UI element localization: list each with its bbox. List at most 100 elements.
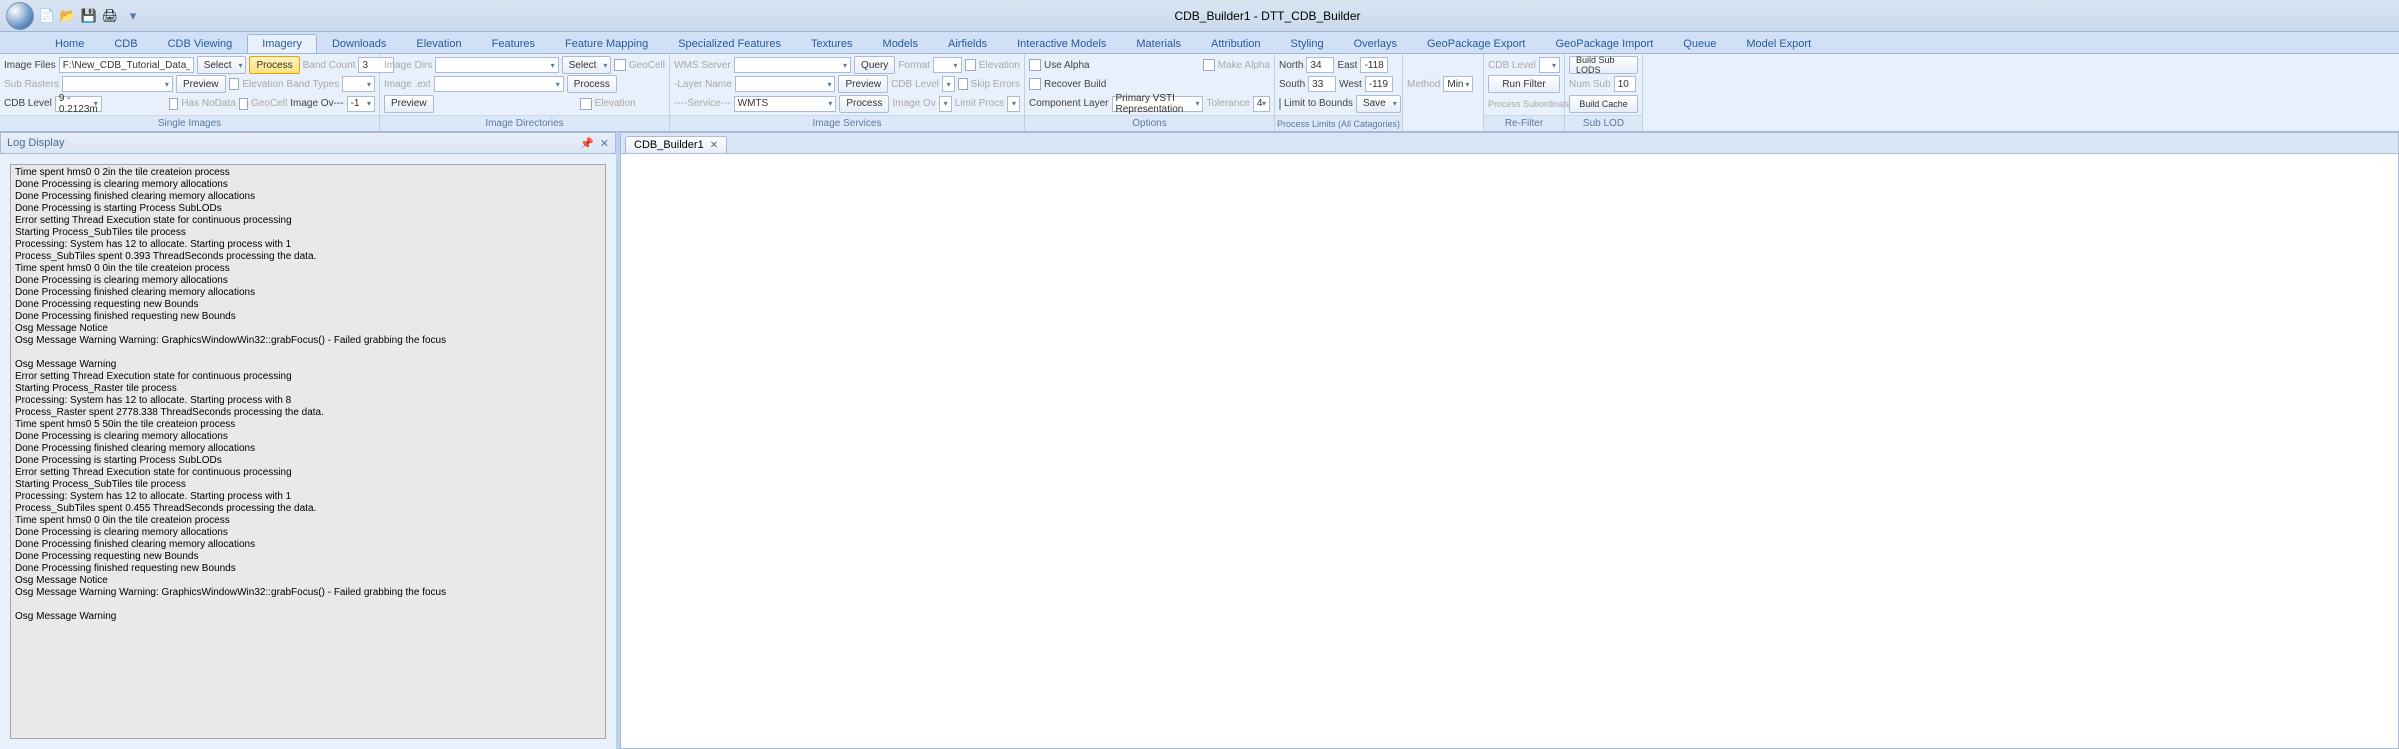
qat-dropdown-icon[interactable]: ▾ — [124, 7, 142, 25]
cdb-level-dropdown[interactable]: 9 - 0.2123m — [55, 96, 102, 112]
has-nodata-checkbox[interactable] — [169, 98, 178, 110]
tab-attribution[interactable]: Attribution — [1196, 34, 1276, 53]
make-alpha-checkbox[interactable] — [1203, 59, 1215, 71]
tab-cdb-viewing[interactable]: CDB Viewing — [153, 34, 248, 53]
tab-cdb[interactable]: CDB — [99, 34, 152, 53]
svc-cdb-level-dropdown[interactable] — [942, 76, 955, 92]
tolerance-dropdown[interactable]: 4 — [1253, 96, 1270, 112]
svc-image-ov-dropdown[interactable] — [939, 96, 952, 112]
tab-elevation[interactable]: Elevation — [401, 34, 476, 53]
rf-cdb-level-dropdown[interactable] — [1539, 57, 1560, 73]
dirs-geocell-checkbox[interactable] — [614, 59, 625, 71]
svc-preview-button[interactable]: Preview — [838, 75, 888, 93]
tab-home[interactable]: Home — [40, 34, 99, 53]
image-dirs-dropdown[interactable] — [435, 57, 558, 73]
limit-procs-dropdown[interactable] — [1007, 96, 1020, 112]
ribbon: Image Files Select Process Band Count Su… — [0, 54, 2399, 132]
group-title-image-dirs: Image Directories — [380, 115, 669, 131]
tab-features[interactable]: Features — [477, 34, 550, 53]
process-subordinate-label: Process Subordinate — [1488, 99, 1572, 109]
image-files-input[interactable] — [59, 57, 194, 73]
tab-queue[interactable]: Queue — [1668, 34, 1731, 53]
print-icon[interactable]: 🖨 — [101, 7, 119, 25]
num-sub-input[interactable] — [1614, 76, 1636, 92]
tab-feature-mapping[interactable]: Feature Mapping — [550, 34, 663, 53]
component-layer-label: Component Layer — [1029, 98, 1109, 109]
service-label: ----Service--- — [674, 98, 731, 109]
elevation-checkbox[interactable] — [229, 78, 240, 90]
tab-styling[interactable]: Styling — [1276, 34, 1339, 53]
band-count-label: Band Count — [303, 60, 356, 71]
tab-imagery[interactable]: Imagery — [247, 34, 317, 53]
dirs-preview-button[interactable]: Preview — [384, 95, 434, 113]
sub-rasters-dropdown[interactable] — [62, 76, 173, 92]
select-button[interactable]: Select — [197, 56, 247, 74]
skip-errors-checkbox[interactable] — [958, 78, 968, 90]
tab-downloads[interactable]: Downloads — [317, 34, 401, 53]
preview-button[interactable]: Preview — [176, 75, 226, 93]
north-input[interactable] — [1306, 57, 1334, 73]
tab-overlays[interactable]: Overlays — [1339, 34, 1412, 53]
dirs-elevation-checkbox[interactable] — [580, 98, 592, 110]
image-ext-dropdown[interactable] — [434, 76, 564, 92]
log-textbox[interactable]: Time spent hms0 0 2in the tile createion… — [10, 164, 606, 739]
close-icon[interactable]: ✕ — [600, 137, 609, 150]
wms-server-label: WMS Server — [674, 60, 731, 71]
quick-access-toolbar: 📄 📂 💾 🖨 ▾ — [38, 7, 142, 25]
pin-icon[interactable]: 📌 — [580, 137, 594, 150]
tab-specialized-features[interactable]: Specialized Features — [663, 34, 796, 53]
dirs-select-button[interactable]: Select — [562, 56, 612, 74]
band-types-label: Band Types — [287, 79, 340, 90]
west-input[interactable] — [1365, 76, 1393, 92]
tab-materials[interactable]: Materials — [1121, 34, 1196, 53]
save-icon[interactable]: 💾 — [80, 7, 98, 25]
log-panel: Log Display 📌 ✕ Time spent hms0 0 2in th… — [0, 132, 620, 749]
south-input[interactable] — [1308, 76, 1336, 92]
save-button[interactable]: Save — [1356, 95, 1401, 113]
component-layer-dropdown[interactable]: Primary VSTI Representation — [1112, 96, 1204, 112]
method-dropdown[interactable]: Min — [1443, 76, 1473, 92]
east-label: East — [1337, 60, 1357, 71]
skip-errors-label: Skip Errors — [971, 79, 1020, 90]
service-dropdown[interactable]: WMTS — [734, 96, 837, 112]
tab-textures[interactable]: Textures — [796, 34, 868, 53]
format-dropdown[interactable] — [933, 57, 962, 73]
tab-model-export[interactable]: Model Export — [1731, 34, 1826, 53]
titlebar: 📄 📂 💾 🖨 ▾ CDB_Builder1 - DTT_CDB_Builder — [0, 0, 2399, 32]
group-title-options: Options — [1025, 115, 1274, 131]
group-image-directories: Image Dirs Select GeoCell Image .ext Pro… — [380, 54, 670, 131]
wms-server-dropdown[interactable] — [734, 57, 851, 73]
run-filter-button[interactable]: Run Filter — [1488, 75, 1560, 93]
build-sub-lods-button[interactable]: Build Sub LODS — [1569, 56, 1638, 74]
tab-geopackage-export[interactable]: GeoPackage Export — [1412, 34, 1540, 53]
geocell-checkbox[interactable] — [239, 98, 248, 110]
band-types-dropdown[interactable] — [342, 76, 375, 92]
new-icon[interactable]: 📄 — [38, 7, 56, 25]
document-canvas[interactable] — [620, 154, 2399, 749]
build-cache-button[interactable]: Build Cache — [1569, 95, 1638, 113]
image-ov-dropdown[interactable]: -1 — [347, 96, 375, 112]
tab-interactive-models[interactable]: Interactive Models — [1002, 34, 1121, 53]
group-single-images: Image Files Select Process Band Count Su… — [0, 54, 380, 131]
east-input[interactable] — [1360, 57, 1388, 73]
rf-cdb-level-label: CDB Level — [1488, 60, 1536, 71]
tab-geopackage-import[interactable]: GeoPackage Import — [1540, 34, 1668, 53]
south-label: South — [1279, 79, 1305, 90]
document-tab-close-icon[interactable]: ✕ — [710, 140, 718, 151]
use-alpha-label: Use Alpha — [1044, 60, 1090, 71]
query-button[interactable]: Query — [854, 56, 895, 74]
limit-bounds-checkbox[interactable] — [1279, 98, 1281, 110]
tab-models[interactable]: Models — [868, 34, 933, 53]
app-orb[interactable] — [6, 2, 34, 30]
document-tab-label: CDB_Builder1 — [634, 139, 704, 151]
recover-build-checkbox[interactable] — [1029, 78, 1041, 90]
document-tab[interactable]: CDB_Builder1 ✕ — [625, 136, 727, 153]
svc-process-button[interactable]: Process — [839, 95, 889, 113]
process-button[interactable]: Process — [249, 56, 299, 74]
svc-elevation-checkbox[interactable] — [965, 59, 976, 71]
layer-name-dropdown[interactable] — [735, 76, 836, 92]
dirs-process-button[interactable]: Process — [567, 75, 617, 93]
tab-airfields[interactable]: Airfields — [933, 34, 1002, 53]
use-alpha-checkbox[interactable] — [1029, 59, 1041, 71]
open-icon[interactable]: 📂 — [59, 7, 77, 25]
